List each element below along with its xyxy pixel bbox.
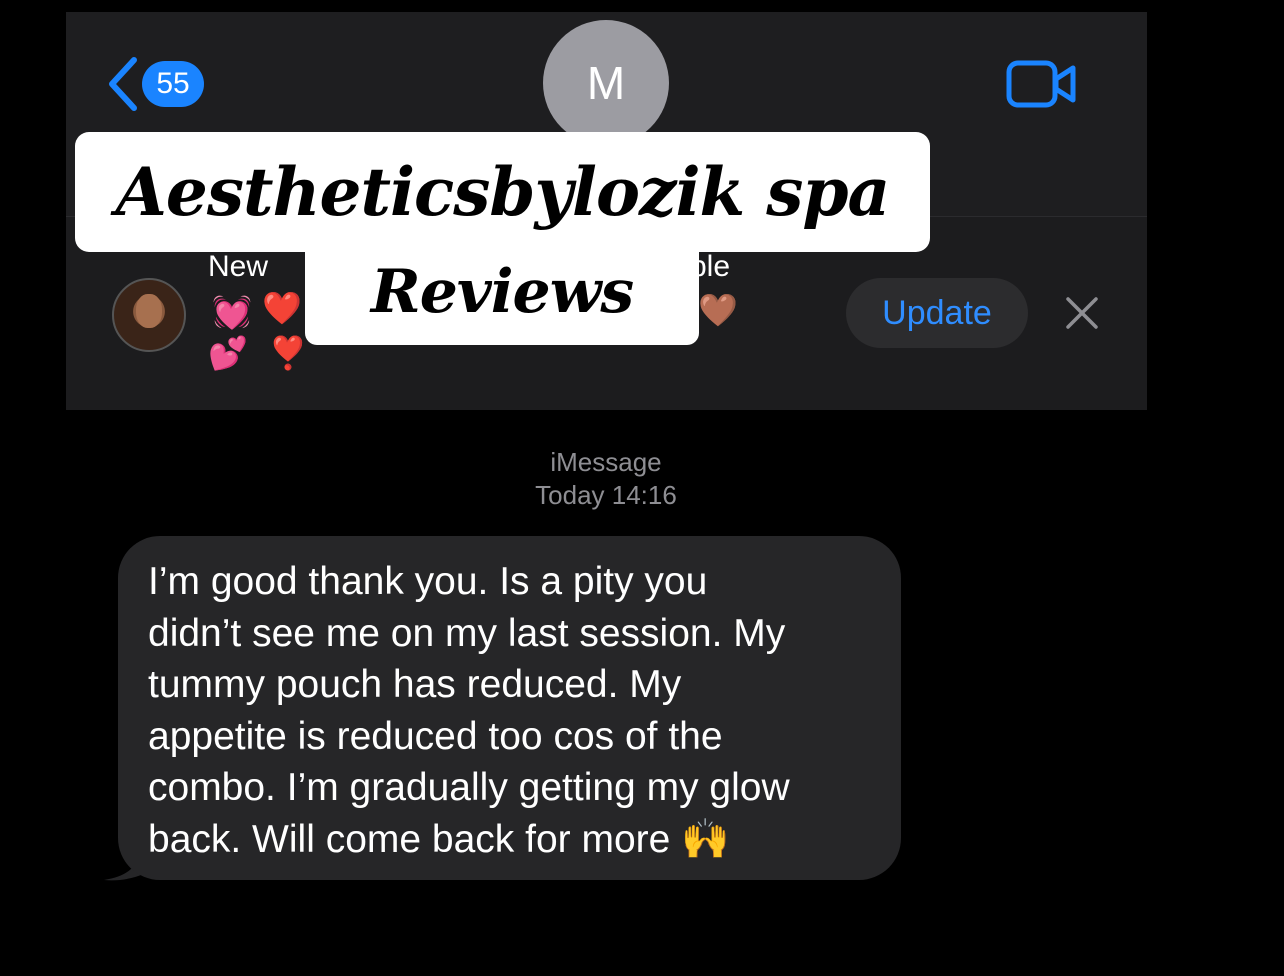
- video-camera-icon[interactable]: [1006, 60, 1078, 108]
- heart-emoji: 💓: [212, 294, 252, 330]
- message-line: I’m good thank you. Is a pity you: [148, 560, 708, 603]
- heart-emoji: 🤎: [698, 292, 738, 328]
- overlay-title-card: Aestheticsbylozik spa: [75, 132, 930, 252]
- message-line: combo. I’m gradually getting my glow: [148, 766, 790, 809]
- message-line: tummy pouch has reduced. My: [148, 663, 682, 706]
- heart-emoji: 💕: [208, 335, 248, 371]
- message-line: back. Will come back for more 🙌: [148, 817, 730, 861]
- service-label: iMessage: [550, 447, 662, 477]
- message-text: I’m good thank you. Is a pity you didn’t…: [148, 556, 881, 865]
- update-button[interactable]: Update: [846, 278, 1028, 348]
- share-banner-title-left: New: [208, 250, 269, 283]
- message-timestamp: Today 14:16: [535, 480, 677, 510]
- overlay-subtitle-card: Reviews: [305, 238, 699, 345]
- heart-emoji: ❤️: [262, 290, 302, 326]
- back-button[interactable]: 55: [106, 56, 216, 112]
- incoming-message-bubble[interactable]: I’m good thank you. Is a pity you didn’t…: [118, 536, 901, 880]
- unread-count-badge: 55: [142, 61, 204, 107]
- heart-emoji: ❣️: [268, 335, 308, 371]
- close-icon[interactable]: [1064, 295, 1100, 331]
- message-line: didn’t see me on my last session. My: [148, 611, 786, 655]
- overlay-subtitle: Reviews: [370, 256, 634, 327]
- overlay-title: Aestheticsbylozik spa: [115, 153, 891, 231]
- contact-avatar[interactable]: M: [543, 20, 669, 146]
- message-line: appetite is reduced too cos of the: [148, 714, 723, 758]
- chevron-left-icon: [109, 57, 137, 111]
- shared-profile-photo: [112, 278, 186, 352]
